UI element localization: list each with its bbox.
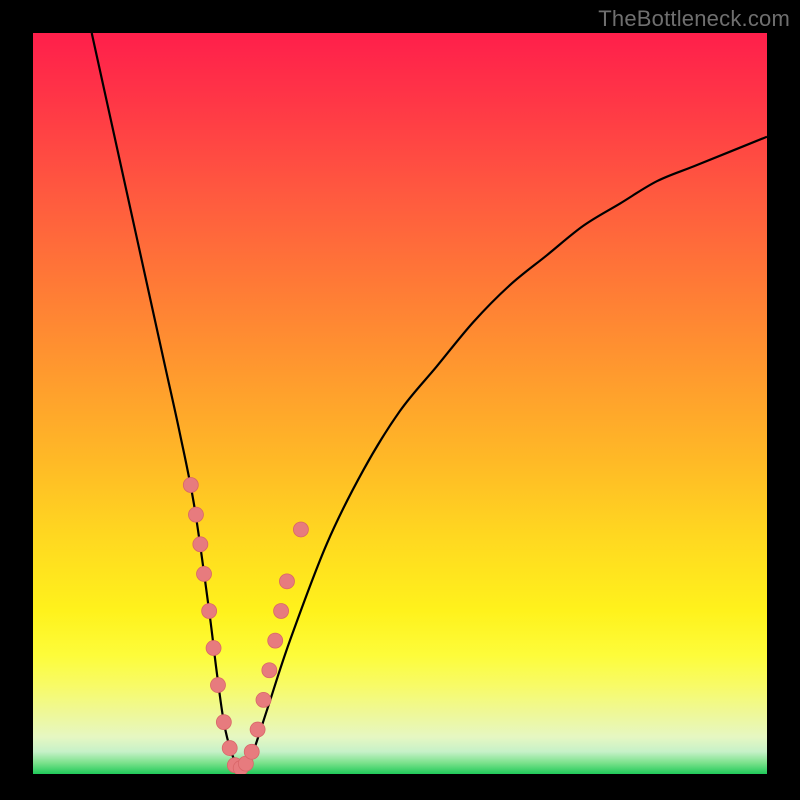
plot-area <box>33 33 767 774</box>
data-marker <box>293 522 308 537</box>
data-marker <box>188 507 203 522</box>
data-marker <box>268 633 283 648</box>
data-marker <box>193 537 208 552</box>
data-marker <box>183 478 198 493</box>
data-marker <box>250 722 265 737</box>
data-marker <box>222 741 237 756</box>
data-markers <box>183 478 308 774</box>
data-marker <box>206 641 221 656</box>
data-marker <box>279 574 294 589</box>
curve-svg <box>33 33 767 774</box>
data-marker <box>256 692 271 707</box>
data-marker <box>274 603 289 618</box>
bottleneck-curve <box>92 33 767 768</box>
data-marker <box>210 678 225 693</box>
chart-stage: TheBottleneck.com <box>0 0 800 800</box>
data-marker <box>244 744 259 759</box>
data-marker <box>202 603 217 618</box>
data-marker <box>197 566 212 581</box>
data-marker <box>262 663 277 678</box>
watermark-text: TheBottleneck.com <box>598 6 790 32</box>
data-marker <box>216 715 231 730</box>
